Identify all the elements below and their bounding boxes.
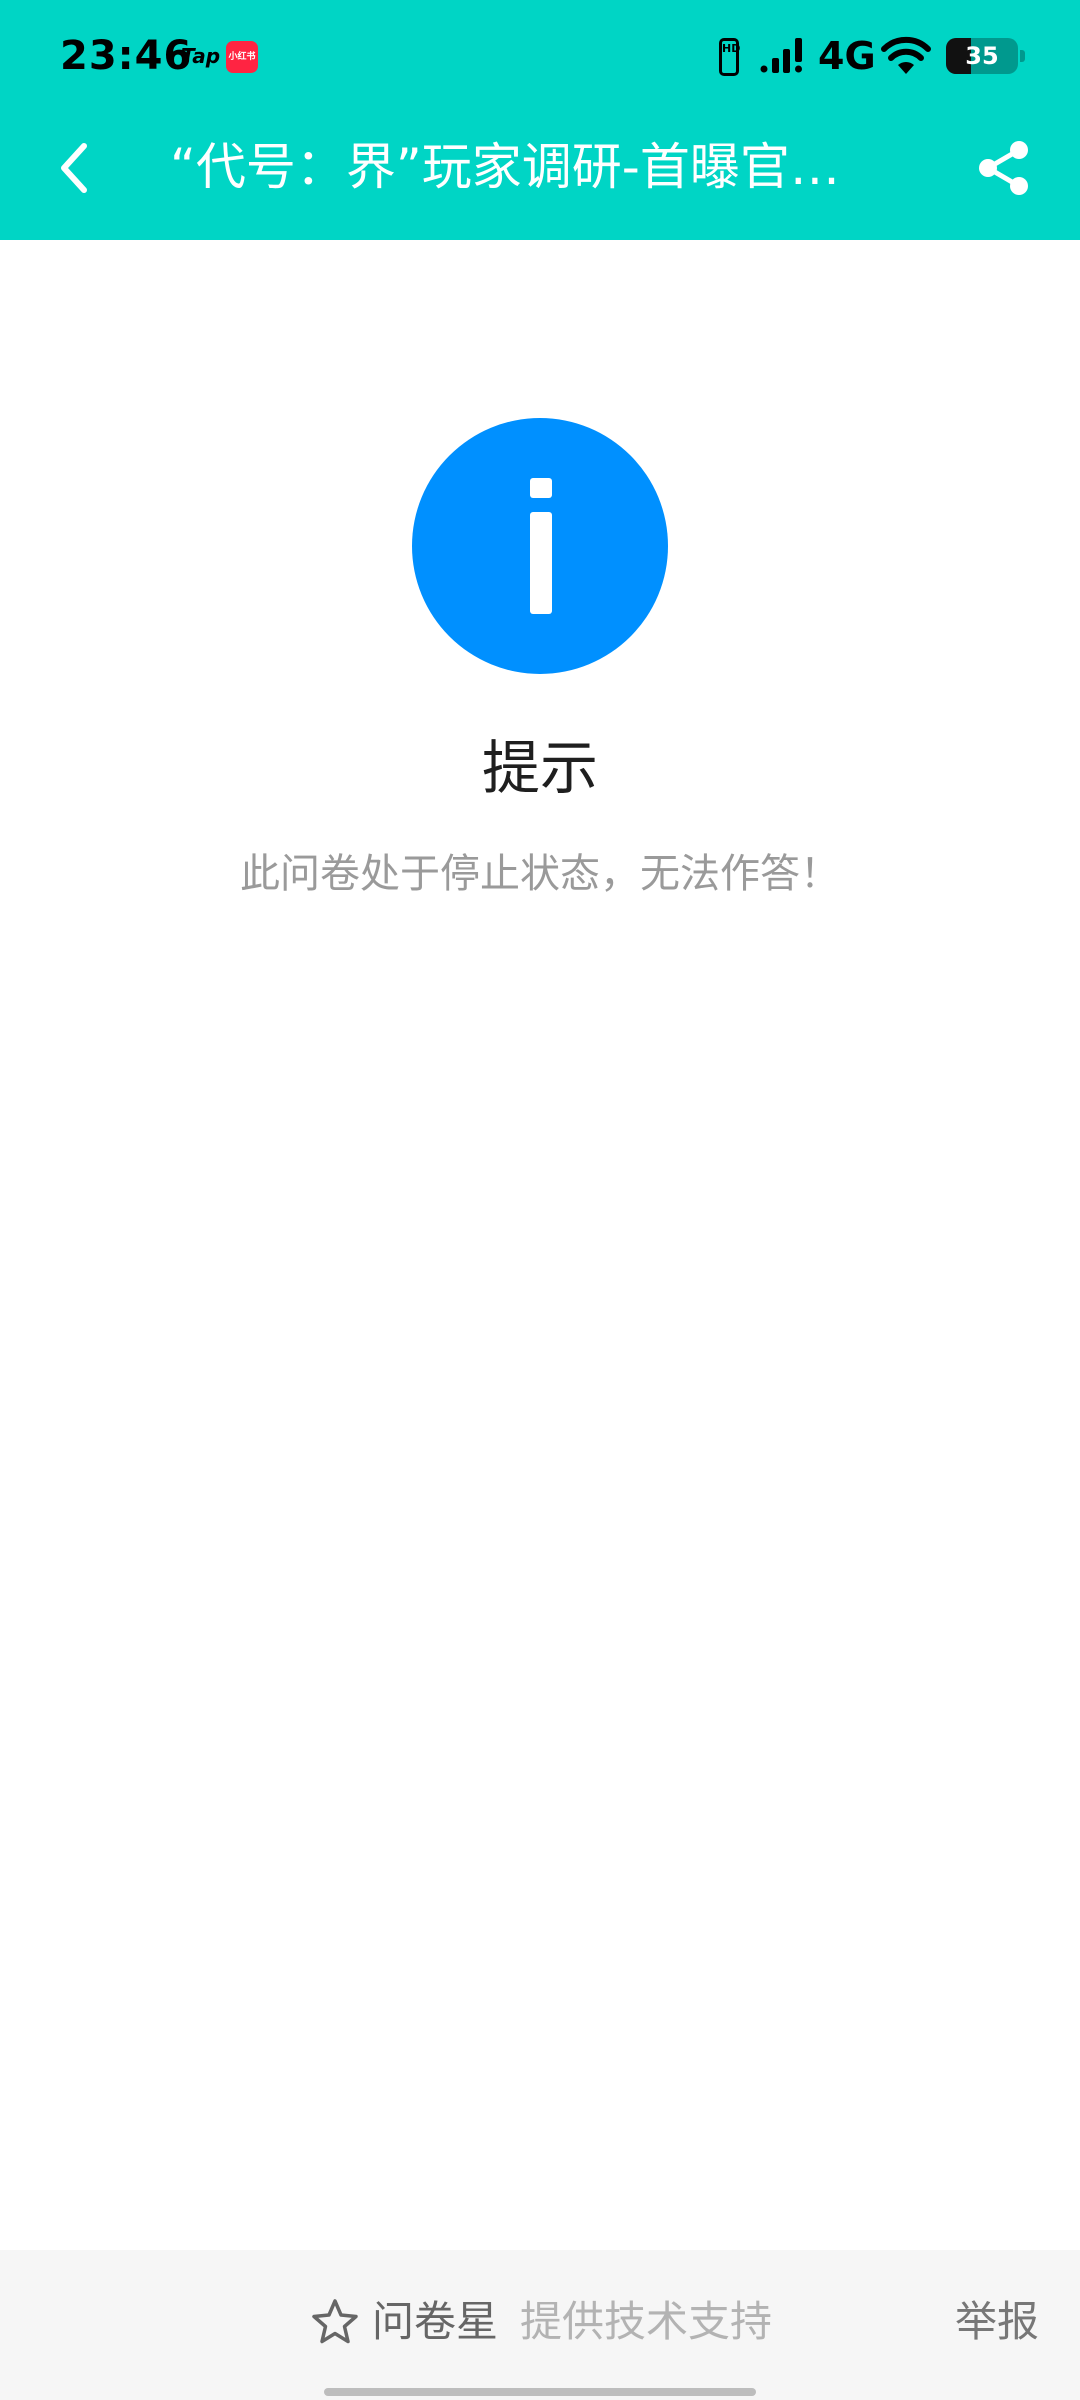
report-link[interactable]: 举报	[955, 2292, 1039, 2352]
home-indicator[interactable]	[324, 2388, 756, 2396]
hd-voice-icon: HD	[719, 38, 740, 76]
tap-notification-icon: Tap	[181, 44, 221, 68]
tech-support-text: 提供技术支持	[520, 2297, 773, 2346]
battery-icon: 35	[946, 38, 1018, 74]
status-bar: 23:46 Tap 小红书 HD 4G 35	[0, 0, 1080, 112]
xiaohongshu-notification-icon: 小红书	[226, 41, 258, 73]
info-icon	[412, 418, 668, 674]
notice-message: 此问卷处于停止状态，无法作答！	[240, 851, 840, 897]
page-title: “代号：界”玩家调研-首曝官…	[170, 138, 840, 196]
footer-brand[interactable]: 问卷星 提供技术支持	[310, 2292, 772, 2352]
battery-cap	[1020, 50, 1025, 62]
top-bar: 23:46 Tap 小红书 HD 4G 35 “代号：界”玩家调研-首曝官…	[0, 0, 1080, 240]
app-header: “代号：界”玩家调研-首曝官…	[0, 112, 1080, 240]
star-icon	[312, 2299, 358, 2344]
chevron-left-icon	[61, 143, 87, 193]
status-time: 23:46	[60, 33, 193, 79]
battery-level: 35	[965, 42, 999, 70]
brand-name: 问卷星	[372, 2297, 499, 2346]
survey-stopped-screen: 23:46 Tap 小红书 HD 4G 35 “代号：界”玩家调研-首曝官… 提…	[0, 0, 1080, 2400]
footer: 问卷星 提供技术支持 举报	[0, 2250, 1080, 2400]
network-type: 4G	[818, 34, 876, 78]
signal-strength-icon	[760, 38, 802, 73]
back-button[interactable]	[38, 132, 110, 204]
wifi-icon	[881, 36, 931, 74]
share-button[interactable]	[966, 130, 1042, 206]
notice-title: 提示	[481, 734, 598, 802]
share-icon	[979, 141, 1028, 195]
